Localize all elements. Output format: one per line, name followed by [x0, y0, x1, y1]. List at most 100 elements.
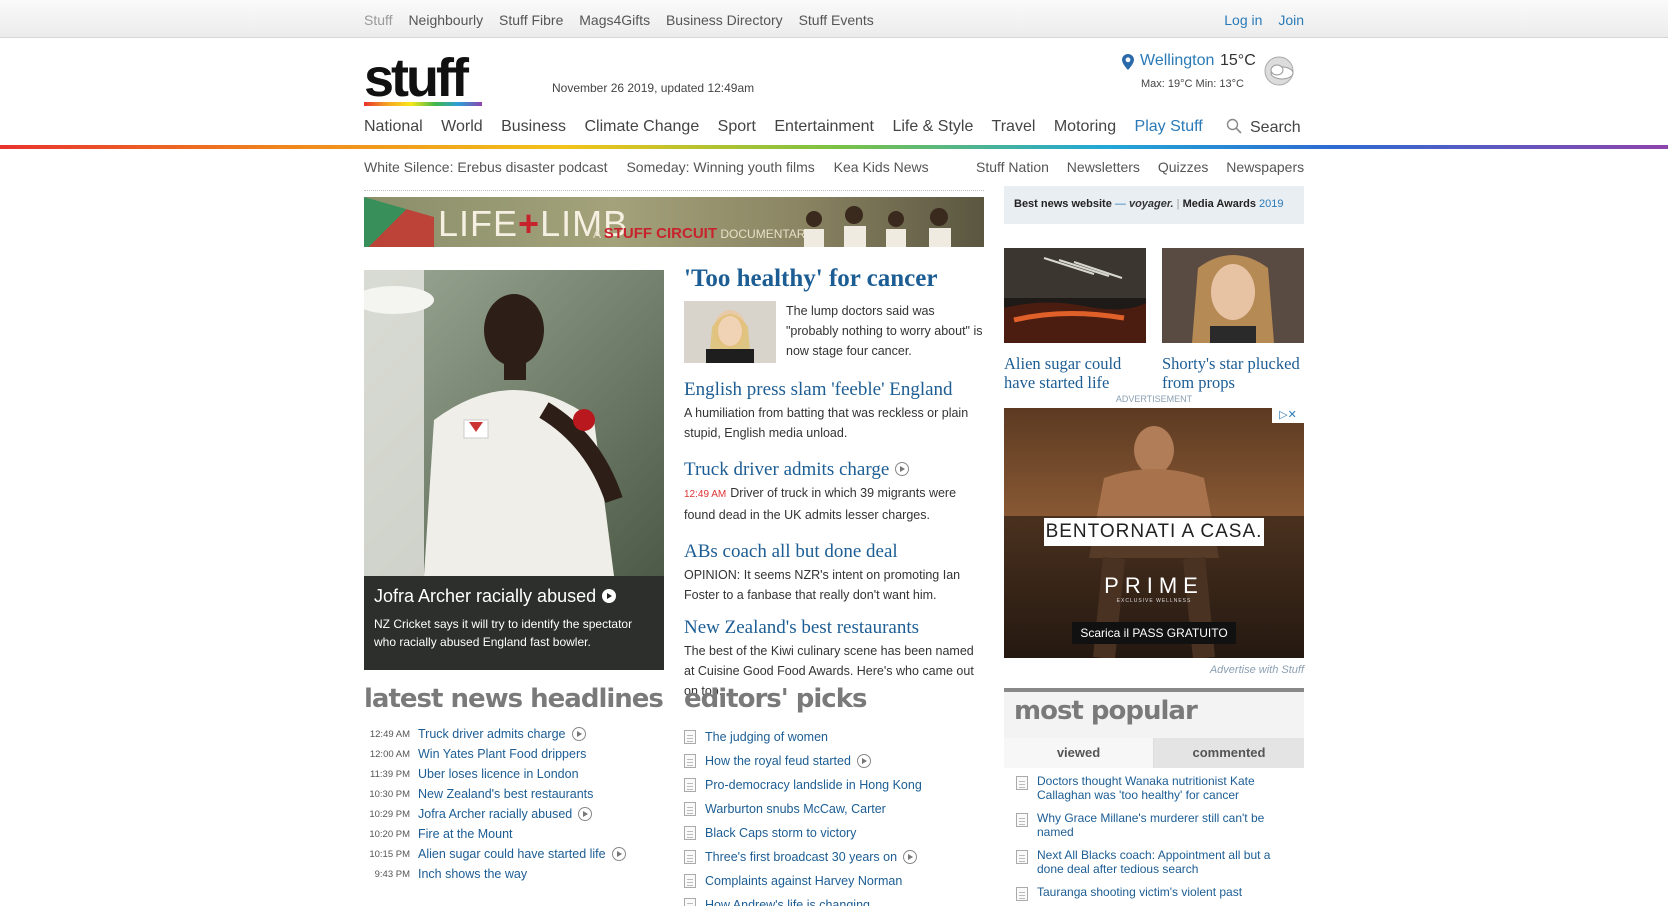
- award-sponsor: voyager.: [1128, 198, 1174, 210]
- popular-item[interactable]: Why Grace Millane's murderer still can't…: [1016, 811, 1292, 839]
- popular-link: Tauranga shooting victim's violent past: [1037, 885, 1243, 899]
- nav-sport[interactable]: Sport: [718, 118, 756, 135]
- subnav-newsletters[interactable]: Newsletters: [1067, 159, 1140, 175]
- banner-sub-brand: STUFF CIRCUIT: [603, 225, 718, 242]
- join-link[interactable]: Join: [1278, 12, 1304, 28]
- sub-nav-features: White Silence: Erebus disaster podcast S…: [364, 159, 944, 175]
- network-link-business-directory[interactable]: Business Directory: [666, 12, 783, 28]
- nav-world[interactable]: World: [441, 118, 483, 135]
- story-item: English press slam 'feeble' England A hu…: [684, 379, 984, 443]
- article-icon: [684, 874, 696, 888]
- life-limb-banner[interactable]: LIFE+LIMB A STUFF CIRCUIT DOCUMENTARY: [364, 197, 984, 247]
- latest-link: Win Yates Plant Food drippers: [418, 747, 587, 761]
- banner-sub-a: A: [593, 227, 601, 241]
- subnav-quizzes[interactable]: Quizzes: [1158, 159, 1209, 175]
- stuff-logo[interactable]: stuff: [364, 51, 482, 108]
- pick-link: How the royal feud started: [705, 754, 851, 768]
- pick-item[interactable]: Black Caps storm to victory: [684, 821, 984, 845]
- location-pin-icon: [1122, 54, 1134, 70]
- network-link-stuff-fibre[interactable]: Stuff Fibre: [499, 12, 563, 28]
- latest-item[interactable]: 10:30 PM New Zealand's best restaurants: [364, 784, 664, 804]
- nav-business[interactable]: Business: [501, 118, 566, 135]
- pick-link: The judging of women: [705, 730, 828, 744]
- ad-cta-button[interactable]: Scarica il PASS GRATUITO: [1072, 622, 1236, 644]
- network-link-mags4gifts[interactable]: Mags4Gifts: [579, 12, 650, 28]
- latest-item[interactable]: 12:00 AM Win Yates Plant Food drippers: [364, 744, 664, 764]
- network-link-neighbourly[interactable]: Neighbourly: [408, 12, 483, 28]
- pick-item[interactable]: Three's first broadcast 30 years on: [684, 845, 984, 869]
- prime-advertisement[interactable]: ▷✕ BENTORNATI A CASA. PRIME EXCLUSIVE WE…: [1004, 408, 1304, 658]
- subnav-erebus-podcast[interactable]: White Silence: Erebus disaster podcast: [364, 159, 608, 175]
- lead-photo-cricketer: [364, 270, 664, 576]
- utility-bar: Stuff Neighbourly Stuff Fibre Mags4Gifts…: [0, 0, 1668, 38]
- story-summary: 12:49 AM Driver of truck in which 39 migr…: [684, 483, 984, 525]
- login-link[interactable]: Log in: [1224, 12, 1262, 28]
- story-headline-text: Truck driver admits charge: [684, 459, 890, 480]
- latest-item[interactable]: 10:29 PM Jofra Archer racially abused: [364, 804, 664, 824]
- award-label: Best news website: [1014, 198, 1112, 210]
- weather-minmax: Max: 19°C Min: 13°C: [1141, 78, 1244, 90]
- nav-motoring[interactable]: Motoring: [1054, 118, 1116, 135]
- nav-climate-change[interactable]: Climate Change: [584, 118, 699, 135]
- pick-item[interactable]: Complaints against Harvey Norman: [684, 869, 984, 893]
- subnav-kea-kids-news[interactable]: Kea Kids News: [834, 159, 929, 175]
- advertise-with-stuff-link[interactable]: Advertise with Stuff: [1004, 664, 1304, 676]
- ad-slogan: BENTORNATI A CASA.: [1044, 518, 1264, 546]
- latest-item[interactable]: 9:43 PM Inch shows the way: [364, 864, 664, 884]
- latest-item[interactable]: 12:49 AM Truck driver admits charge: [364, 724, 664, 744]
- latest-time: 10:15 PM: [369, 848, 410, 860]
- latest-item[interactable]: 10:20 PM Fire at the Mount: [364, 824, 664, 844]
- pick-item[interactable]: Pro-democracy landslide in Hong Kong: [684, 773, 984, 797]
- subnav-someday-films[interactable]: Someday: Winning youth films: [626, 159, 814, 175]
- media-award-badge[interactable]: Best news website — voyager. | Media Awa…: [1004, 186, 1304, 224]
- latest-item[interactable]: 11:39 PM Uber loses licence in London: [364, 764, 664, 784]
- video-play-icon: [856, 754, 871, 768]
- pick-item[interactable]: The judging of women: [684, 725, 984, 749]
- story-headline[interactable]: New Zealand's best restaurants: [684, 617, 984, 639]
- lead-story[interactable]: Jofra Archer racially abused NZ Cricket …: [364, 270, 664, 670]
- nav-national[interactable]: National: [364, 118, 423, 135]
- most-popular-tabs: viewed commented: [1004, 738, 1304, 768]
- main-story-summary: The lump doctors said was "probably noth…: [786, 304, 983, 358]
- pick-item[interactable]: Warburton snubs McCaw, Carter: [684, 797, 984, 821]
- sidebar-story-shortys-star[interactable]: Shorty's star plucked from props: [1162, 248, 1304, 392]
- subnav-stuff-nation[interactable]: Stuff Nation: [976, 159, 1049, 175]
- latest-time: 12:00 AM: [369, 748, 410, 760]
- ad-choices-icon[interactable]: ▷✕: [1272, 408, 1304, 423]
- story-item: ABs coach all but done deal OPINION: It …: [684, 541, 984, 605]
- pick-link: How Andrew's life is changing: [705, 898, 870, 906]
- tab-viewed[interactable]: viewed: [1004, 738, 1154, 768]
- network-link-stuff-events[interactable]: Stuff Events: [799, 12, 874, 28]
- latest-headlines-title: latest news headlines: [364, 684, 664, 714]
- network-link-stuff[interactable]: Stuff: [364, 12, 393, 28]
- search-button[interactable]: Search: [1226, 118, 1301, 137]
- popular-item[interactable]: Doctors thought Wanaka nutritionist Kate…: [1016, 774, 1292, 802]
- latest-link: Jofra Archer racially abused: [418, 807, 573, 821]
- popular-item[interactable]: Tauranga shooting victim's violent past: [1016, 885, 1292, 901]
- weather-widget[interactable]: Wellington 15°C Max: 19°C Min: 13°C: [1120, 52, 1300, 96]
- nav-life-style[interactable]: Life & Style: [892, 118, 973, 135]
- tab-commented[interactable]: commented: [1154, 738, 1304, 768]
- main-story-thumbnail[interactable]: [684, 301, 776, 363]
- ad-brand-sub: EXCLUSIVE WELLNESS: [1116, 598, 1192, 604]
- actress-portrait-image: [1162, 248, 1304, 343]
- ad-brand: PRIME: [1104, 573, 1204, 598]
- nav-travel[interactable]: Travel: [992, 118, 1036, 135]
- nav-play-stuff[interactable]: Play Stuff: [1135, 118, 1203, 135]
- story-headline[interactable]: English press slam 'feeble' England: [684, 379, 984, 401]
- story-timestamp: 12:49 AM: [684, 489, 727, 500]
- article-icon: [1016, 776, 1028, 790]
- pick-item[interactable]: How Andrew's life is changing: [684, 893, 984, 906]
- story-headline[interactable]: Truck driver admits charge: [684, 459, 984, 481]
- pick-item[interactable]: How the royal feud started: [684, 749, 984, 773]
- popular-item[interactable]: Next All Blacks coach: Appointment all b…: [1016, 848, 1292, 876]
- latest-item[interactable]: 10:15 PM Alien sugar could have started l…: [364, 844, 664, 864]
- pick-link: Warburton snubs McCaw, Carter: [705, 802, 886, 816]
- award-year: 2019: [1259, 198, 1284, 210]
- nav-entertainment[interactable]: Entertainment: [774, 118, 874, 135]
- lead-headline[interactable]: Jofra Archer racially abused: [374, 586, 654, 607]
- story-headline[interactable]: ABs coach all but done deal: [684, 541, 984, 563]
- sidebar-story-alien-sugar[interactable]: Alien sugar could have started life: [1004, 248, 1146, 392]
- subnav-newspapers[interactable]: Newspapers: [1226, 159, 1304, 175]
- main-story-headline[interactable]: 'Too healthy' for cancer: [684, 265, 984, 293]
